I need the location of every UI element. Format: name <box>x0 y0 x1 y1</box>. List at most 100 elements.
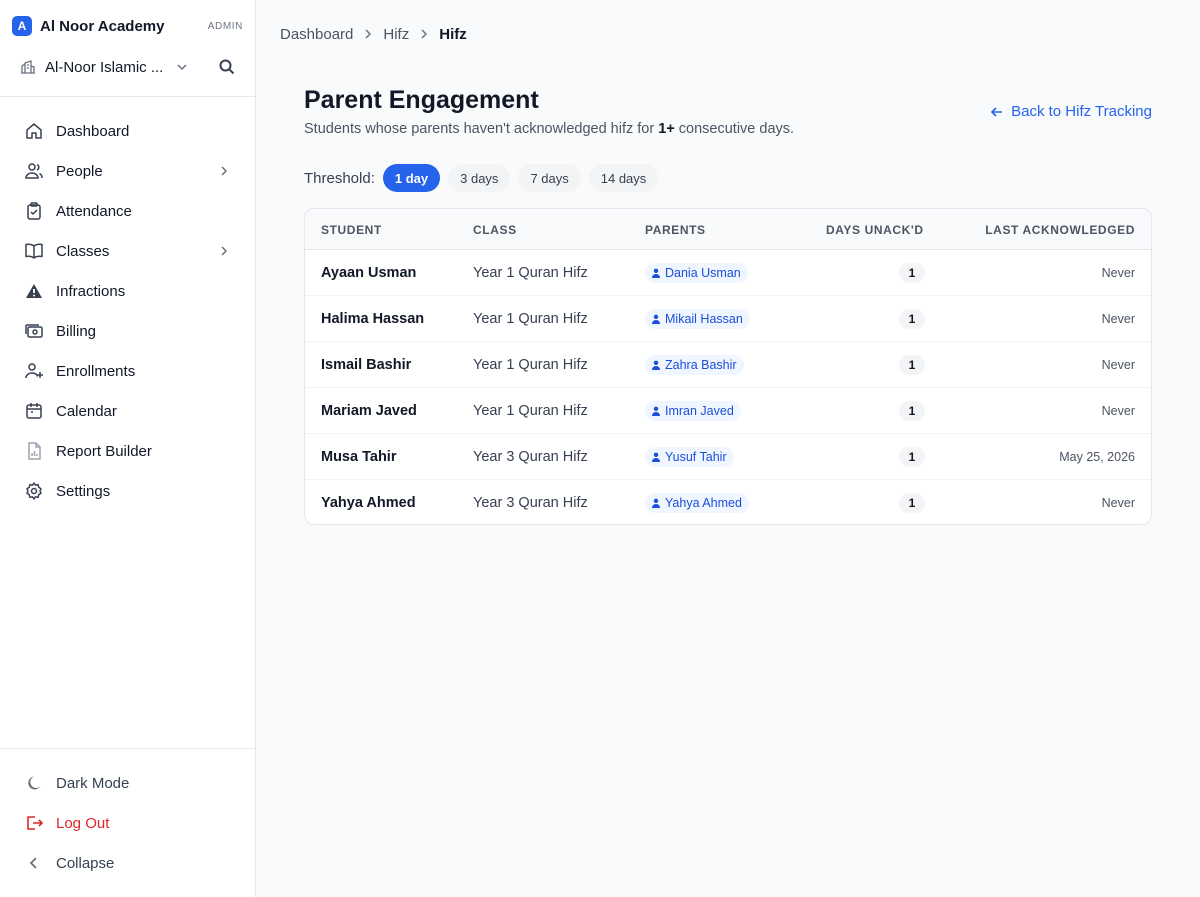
sidebar-item-attendance[interactable]: Attendance <box>0 191 255 231</box>
last-acknowledged: May 25, 2026 <box>1059 450 1135 464</box>
sidebar: A Al Noor Academy ADMIN Al-Noor Islamic … <box>0 0 256 897</box>
sidebar-item-label: Report Builder <box>56 442 152 460</box>
page-subtitle: Students whose parents haven't acknowled… <box>304 121 794 137</box>
sidebar-item-report-builder[interactable]: Report Builder <box>0 431 255 471</box>
last-acknowledged: Never <box>1101 404 1135 418</box>
breadcrumb-hifz[interactable]: Hifz <box>383 26 409 43</box>
user-icon <box>652 268 660 278</box>
school-name: Al-Noor Islamic ... <box>45 58 164 76</box>
page-title: Parent Engagement <box>304 86 539 114</box>
sidebar-item-classes[interactable]: Classes <box>0 231 255 271</box>
table-row: Musa Tahir Year 3 Quran Hifz Yusuf Tahir… <box>305 434 1151 480</box>
student-name: Ayaan Usman <box>321 265 417 281</box>
days-unacked-badge: 1 <box>899 493 925 513</box>
last-acknowledged: Never <box>1101 312 1135 326</box>
breadcrumb-current: Hifz <box>439 25 467 43</box>
logout-label: Log Out <box>56 814 110 832</box>
sidebar-item-calendar[interactable]: Calendar <box>0 391 255 431</box>
subtitle-text-start: Students whose parents haven't acknowled… <box>304 121 659 137</box>
class-name: Year 1 Quran Hifz <box>473 265 588 281</box>
threshold-option-7-days[interactable]: 7 days <box>518 164 581 192</box>
parent-name: Yusuf Tahir <box>665 450 727 464</box>
sidebar-divider <box>0 96 255 97</box>
role-badge: ADMIN <box>207 20 243 32</box>
student-name: Musa Tahir <box>321 449 397 465</box>
moon-icon <box>24 773 44 793</box>
search-icon[interactable] <box>218 58 236 76</box>
parent-name: Mikail Hassan <box>665 312 743 326</box>
breadcrumb-dashboard[interactable]: Dashboard <box>280 26 353 43</box>
last-acknowledged: Never <box>1101 496 1135 510</box>
report-icon <box>24 441 44 461</box>
class-name: Year 1 Quran Hifz <box>473 357 588 373</box>
user-icon <box>652 498 660 508</box>
logout-icon <box>24 813 44 833</box>
table-row: Ismail Bashir Year 1 Quran Hifz Zahra Ba… <box>305 342 1151 388</box>
parent-chip[interactable]: Mikail Hassan <box>645 309 750 329</box>
days-unacked-badge: 1 <box>899 355 925 375</box>
table-row: Mariam Javed Year 1 Quran Hifz Imran Jav… <box>305 388 1151 434</box>
threshold-option-14-days[interactable]: 14 days <box>588 164 659 192</box>
class-name: Year 3 Quran Hifz <box>473 495 588 511</box>
table-row: Halima Hassan Year 1 Quran Hifz Mikail H… <box>305 296 1151 342</box>
sidebar-item-people[interactable]: People <box>0 151 255 191</box>
sidebar-item-label: Calendar <box>56 402 117 420</box>
column-header-days-unacked[interactable]: DAYS UNACK'D <box>826 223 924 237</box>
warning-icon <box>24 281 44 301</box>
sidebar-item-label: Attendance <box>56 202 132 220</box>
users-icon <box>24 161 44 181</box>
column-header-last-acknowledged[interactable]: LAST ACKNOWLEDGED <box>985 223 1135 237</box>
sidebar-item-enrollments[interactable]: Enrollments <box>0 351 255 391</box>
sidebar-item-label: Infractions <box>56 282 126 300</box>
days-unacked-badge: 1 <box>899 263 925 283</box>
parent-chip[interactable]: Zahra Bashir <box>645 355 744 375</box>
user-plus-icon <box>24 361 44 381</box>
school-selector[interactable]: Al-Noor Islamic ... <box>20 56 236 78</box>
parent-name: Imran Javed <box>665 404 734 418</box>
sidebar-nav: Dashboard People Attendance Classes Infr… <box>0 111 255 511</box>
chevron-left-icon <box>24 853 44 873</box>
back-link-label: Back to Hifz Tracking <box>1011 103 1152 120</box>
threshold-option-3-days[interactable]: 3 days <box>448 164 511 192</box>
brand-name: Al Noor Academy <box>40 17 165 35</box>
collapse-button[interactable]: Collapse <box>0 843 255 883</box>
class-name: Year 1 Quran Hifz <box>473 311 588 327</box>
sidebar-bottom: Dark Mode Log Out Collapse <box>0 763 255 883</box>
column-header-class[interactable]: CLASS <box>473 223 517 237</box>
brand: A Al Noor Academy ADMIN <box>12 16 243 36</box>
clipboard-check-icon <box>24 201 44 221</box>
sidebar-divider <box>0 748 255 749</box>
sidebar-item-dashboard[interactable]: Dashboard <box>0 111 255 151</box>
column-header-student[interactable]: STUDENT <box>321 223 382 237</box>
days-unacked-badge: 1 <box>899 401 925 421</box>
sidebar-item-label: Dashboard <box>56 122 130 140</box>
breadcrumb: Dashboard Hifz Hifz <box>280 24 467 44</box>
sidebar-item-label: Billing <box>56 322 97 340</box>
brand-logo: A <box>12 16 32 36</box>
home-icon <box>24 121 44 141</box>
parent-chip[interactable]: Imran Javed <box>645 401 741 421</box>
school-building-icon <box>20 59 36 75</box>
sidebar-item-infractions[interactable]: Infractions <box>0 271 255 311</box>
gear-icon <box>24 481 44 501</box>
chevron-down-icon[interactable] <box>175 60 189 74</box>
table-row: Ayaan Usman Year 1 Quran Hifz Dania Usma… <box>305 250 1151 296</box>
back-to-hifz-link[interactable]: Back to Hifz Tracking <box>989 103 1152 120</box>
student-name: Mariam Javed <box>321 403 417 419</box>
sidebar-item-billing[interactable]: Billing <box>0 311 255 351</box>
class-name: Year 3 Quran Hifz <box>473 449 588 465</box>
logout-button[interactable]: Log Out <box>0 803 255 843</box>
parent-chip[interactable]: Yusuf Tahir <box>645 447 734 467</box>
days-unacked-badge: 1 <box>899 447 925 467</box>
book-open-icon <box>24 241 44 261</box>
parent-chip[interactable]: Yahya Ahmed <box>645 493 749 513</box>
dark-mode-label: Dark Mode <box>56 774 130 792</box>
sidebar-item-label: Enrollments <box>56 362 136 380</box>
parent-chip[interactable]: Dania Usman <box>645 263 748 283</box>
sidebar-item-settings[interactable]: Settings <box>0 471 255 511</box>
threshold-label: Threshold: <box>304 169 375 187</box>
dark-mode-toggle[interactable]: Dark Mode <box>0 763 255 803</box>
threshold-option-1-day[interactable]: 1 day <box>382 164 441 192</box>
sidebar-item-label: People <box>56 162 103 180</box>
column-header-parents[interactable]: PARENTS <box>645 223 706 237</box>
